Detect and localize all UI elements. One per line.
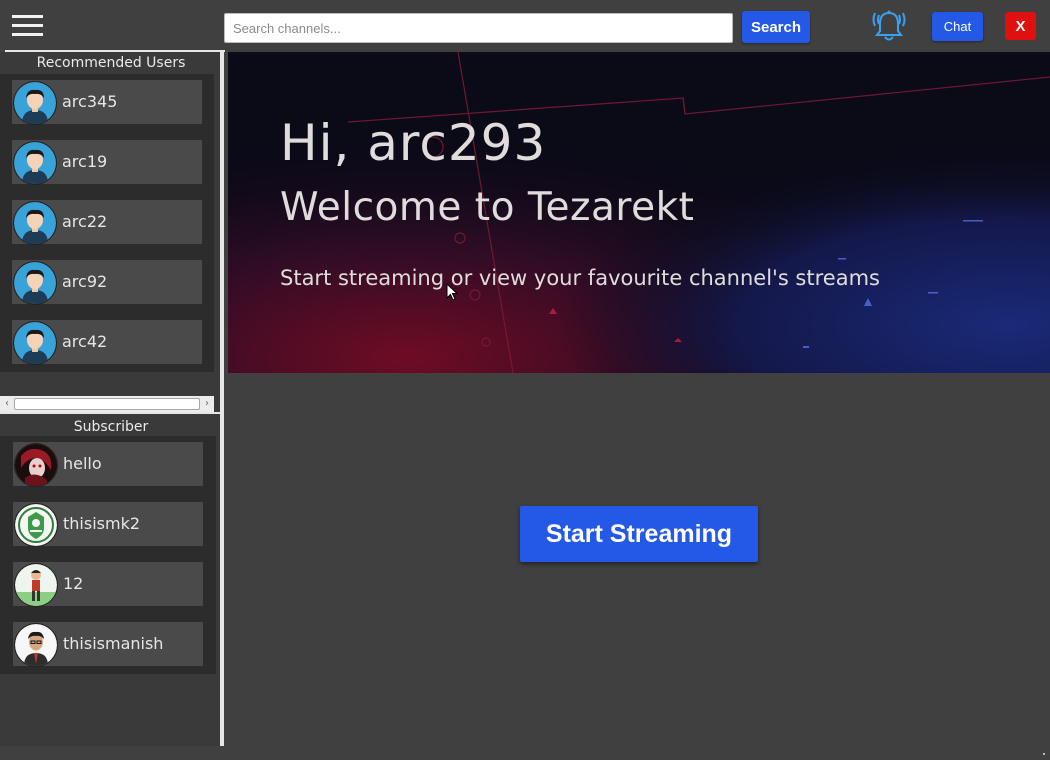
mouse-cursor-icon — [446, 283, 459, 301]
subscriber-list: hello thisismk2 12 thisismanish — [0, 436, 216, 674]
close-button[interactable]: X — [1005, 12, 1036, 40]
subscriber-12[interactable]: 12 — [13, 562, 203, 607]
recommended-users-list: arc345 arc19 arc22 arc92 arc42 — [0, 74, 214, 372]
scroll-right-icon[interactable]: › — [201, 396, 213, 412]
user-name: arc42 — [62, 332, 108, 351]
user-name: arc19 — [62, 152, 108, 171]
tagline-text: Start streaming or view your favourite c… — [280, 266, 880, 290]
avatar — [14, 623, 58, 667]
horizontal-scrollbar[interactable]: ‹ › — [0, 396, 214, 412]
chat-button[interactable]: Chat — [932, 12, 983, 41]
avatar — [13, 81, 57, 125]
user-name: arc92 — [62, 272, 108, 291]
recommended-user-arc345[interactable]: arc345 — [12, 80, 202, 125]
recommended-user-arc19[interactable]: arc19 — [12, 140, 202, 185]
greeting-heading: Hi, arc293 — [280, 114, 547, 172]
top-bar: Search Chat X — [0, 0, 1050, 50]
avatar — [14, 503, 58, 547]
user-name: thisismanish — [63, 634, 164, 653]
hero-banner: Hi, arc293 Welcome to Tezarekt Start str… — [228, 52, 1050, 373]
avatar — [13, 321, 57, 365]
recommended-user-arc42[interactable]: arc42 — [12, 320, 202, 365]
avatar — [14, 563, 58, 607]
user-name: hello — [63, 454, 102, 473]
avatar — [14, 443, 58, 487]
avatar — [13, 261, 57, 305]
hamburger-menu-icon[interactable] — [12, 15, 43, 37]
user-name: arc345 — [62, 92, 118, 111]
subscriber-title: Subscriber — [73, 419, 149, 435]
resize-grip-icon[interactable] — [1039, 749, 1045, 755]
scrollbar-thumb[interactable] — [14, 398, 200, 410]
avatar — [13, 141, 57, 185]
scroll-left-icon[interactable]: ‹ — [1, 396, 13, 412]
avatar — [13, 201, 57, 245]
bell-icon[interactable] — [870, 8, 908, 44]
subscriber-hello[interactable]: hello — [13, 442, 203, 487]
recommended-user-arc92[interactable]: arc92 — [12, 260, 202, 305]
user-name: thisismk2 — [63, 514, 141, 533]
recommended-users-title: Recommended Users — [36, 55, 186, 71]
sidebar-divider — [220, 52, 224, 746]
subscriber-thisismanish[interactable]: thisismanish — [13, 622, 203, 667]
start-streaming-button[interactable]: Start Streaming — [520, 506, 758, 562]
user-name: arc22 — [62, 212, 108, 231]
search-button[interactable]: Search — [742, 11, 810, 43]
section-divider — [0, 412, 222, 414]
user-name: 12 — [63, 574, 84, 593]
welcome-heading: Welcome to Tezarekt — [280, 185, 695, 230]
recommended-user-arc22[interactable]: arc22 — [12, 200, 202, 245]
search-input[interactable] — [224, 13, 733, 43]
subscriber-thisismk2[interactable]: thisismk2 — [13, 502, 203, 547]
sidebar: Recommended Users arc345 arc19 arc22 arc… — [0, 52, 222, 746]
